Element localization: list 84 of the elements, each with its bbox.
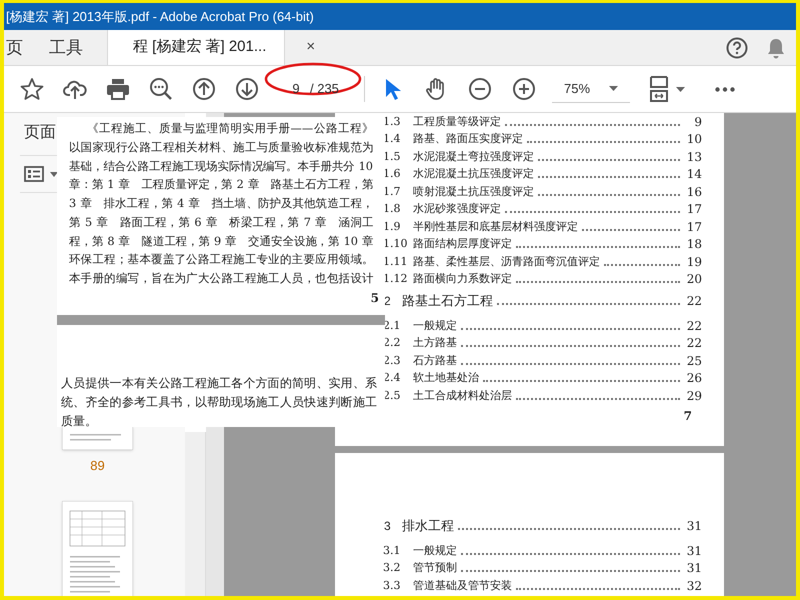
page-thumbnail[interactable] — [62, 500, 133, 596]
section-number: 1.11 — [383, 254, 408, 270]
page-label: 89 — [89, 457, 106, 475]
toc-title: 水泥混凝土抗压强度评定 — [413, 166, 534, 182]
toc-title: 管节预制 — [413, 560, 457, 576]
page-number: 5 — [370, 290, 379, 307]
tab[interactable]: 程 [杨建宏 著] 201... — [133, 36, 266, 59]
section-number: 2 — [384, 293, 392, 310]
page-reference: 31 — [686, 542, 702, 560]
more-icon[interactable] — [715, 86, 735, 92]
paragraph: 《工程施工、质量与监理简明实用手册——公路工程》 以国家现行公路工程相关材料、施工与质量验收标准规范为 基础，结合公路工程施工现场实际情况编写。本手册共分 10 章：第 1 章 工程质量评定，第 2 章 路基土石方工程，第 3 章 排水工程，第 4 章 挡土墙、防护及其他筑造工程， 第 5 章 路面工程，第 6 章 桥梁工程，第 7 章 涵洞工 程，第 8 章 隧道工程，第 9 章 交通安全设施，第 10 章 环保工程；基本覆盖了公路工程施工专业的主要应用领域。 本手册的编写，旨在为广大公路工程施工人员，也包括设计 — [69, 121, 373, 287]
toc-title: 半刚性基层和底基层材料强度评定 — [413, 218, 578, 234]
section-number: 1.4 — [383, 131, 402, 147]
toc-title: 路面横向力系数评定 — [413, 271, 512, 287]
search-icon[interactable] — [148, 77, 172, 101]
section-number: 1.6 — [383, 166, 402, 182]
tab[interactable]: 工具 — [47, 30, 85, 65]
section-number: 1.8 — [383, 201, 402, 217]
page-number: 7 — [684, 408, 692, 424]
toc-title: 一般规定 — [413, 542, 457, 558]
section-number: 1.10 — [383, 236, 408, 252]
page-reference: 10 — [686, 131, 702, 148]
section-number: 3.2 — [383, 560, 402, 576]
page-reference: 17 — [686, 201, 702, 218]
zoom-in-icon[interactable] — [512, 77, 536, 101]
section-number: 3 — [384, 518, 392, 535]
page-reference: 32 — [686, 578, 702, 595]
page-reference: 22 — [686, 293, 702, 310]
section-number: 3.3 — [383, 578, 402, 594]
page-reference: 18 — [686, 236, 702, 254]
toc-title: 路基土石方工程 — [402, 292, 493, 310]
page-reference: 22 — [686, 335, 702, 352]
section-number: 3.1 — [383, 542, 402, 558]
help-icon[interactable] — [726, 36, 748, 58]
bell-icon[interactable] — [766, 36, 786, 58]
page-reference: 16 — [686, 184, 702, 201]
page-reference: 31 — [686, 560, 702, 578]
toc-title: 石方路基 — [413, 352, 457, 368]
page-reference: 20 — [686, 271, 702, 288]
toc-title: 排水工程 — [402, 517, 454, 536]
caret-icon[interactable] — [50, 172, 58, 176]
toc-title: 路基、路面压实度评定 — [413, 131, 523, 147]
toc-title: 管道基础及管节安装 — [413, 578, 512, 594]
caret-icon — [609, 86, 618, 91]
toc-title: 一般规定 — [413, 318, 457, 334]
toc-title: 路面结构层厚度评定 — [413, 236, 512, 252]
window-title: [杨建宏 著] 2013年版.pdf - Adobe Acrobat Pro (64-bit) — [6, 8, 314, 26]
close-button[interactable]: × — [306, 36, 316, 59]
section-number: 1.9 — [383, 218, 402, 234]
section-number: 1.7 — [383, 184, 402, 200]
caret-icon[interactable] — [676, 86, 685, 92]
page-reference: 17 — [686, 218, 702, 236]
page-reference: 13 — [686, 148, 702, 166]
page-reference: 22 — [686, 318, 702, 335]
arrow-down-icon[interactable] — [234, 77, 258, 101]
toc-title: 喷射混凝土抗压强度评定 — [413, 184, 534, 200]
zoom-dropdown[interactable]: 75% — [552, 75, 630, 103]
page-reference: 9 — [693, 114, 702, 131]
list-options-icon[interactable] — [24, 166, 44, 182]
page-thumbnail[interactable] — [62, 426, 133, 450]
toc-title: 路基、柔性基层、沥青路面弯沉值评定 — [413, 254, 600, 270]
print-icon[interactable] — [106, 78, 130, 100]
tab[interactable]: 页 — [4, 30, 25, 65]
star-icon[interactable] — [20, 77, 44, 101]
page-reference: 26 — [686, 370, 702, 388]
cloud-upload-icon[interactable] — [62, 78, 86, 100]
arrow-up-icon[interactable] — [192, 77, 216, 101]
page-reference: 14 — [686, 166, 702, 184]
page-reference: 31 — [686, 518, 702, 535]
section-number: 1.5 — [383, 148, 402, 164]
page-reference: 29 — [686, 388, 702, 405]
toc-title: 工程质量等级评定 — [413, 114, 501, 130]
toc-title: 土方路基 — [413, 335, 457, 351]
panel-title: 页面 — [24, 123, 56, 143]
toc-title: 土工合成材料处治层 — [413, 388, 512, 404]
section-number: 1.12 — [383, 271, 408, 287]
toc-title: 软土地基处治 — [413, 370, 479, 386]
toc-title: 水泥混凝土弯拉强度评定 — [413, 148, 534, 164]
page-reference: 19 — [686, 254, 702, 271]
zoom-out-icon[interactable] — [468, 77, 492, 101]
toc-title: 水泥砂浆强度评定 — [413, 201, 501, 217]
section-number: 1.3 — [383, 114, 402, 130]
page-reference: 25 — [686, 352, 702, 370]
paragraph: 人员提供一本有关公路工程施工各个方面的简明、实用、系 统、齐全的参考工具书，以帮助现场施工人员快速判断施工 质量。 — [61, 375, 377, 430]
